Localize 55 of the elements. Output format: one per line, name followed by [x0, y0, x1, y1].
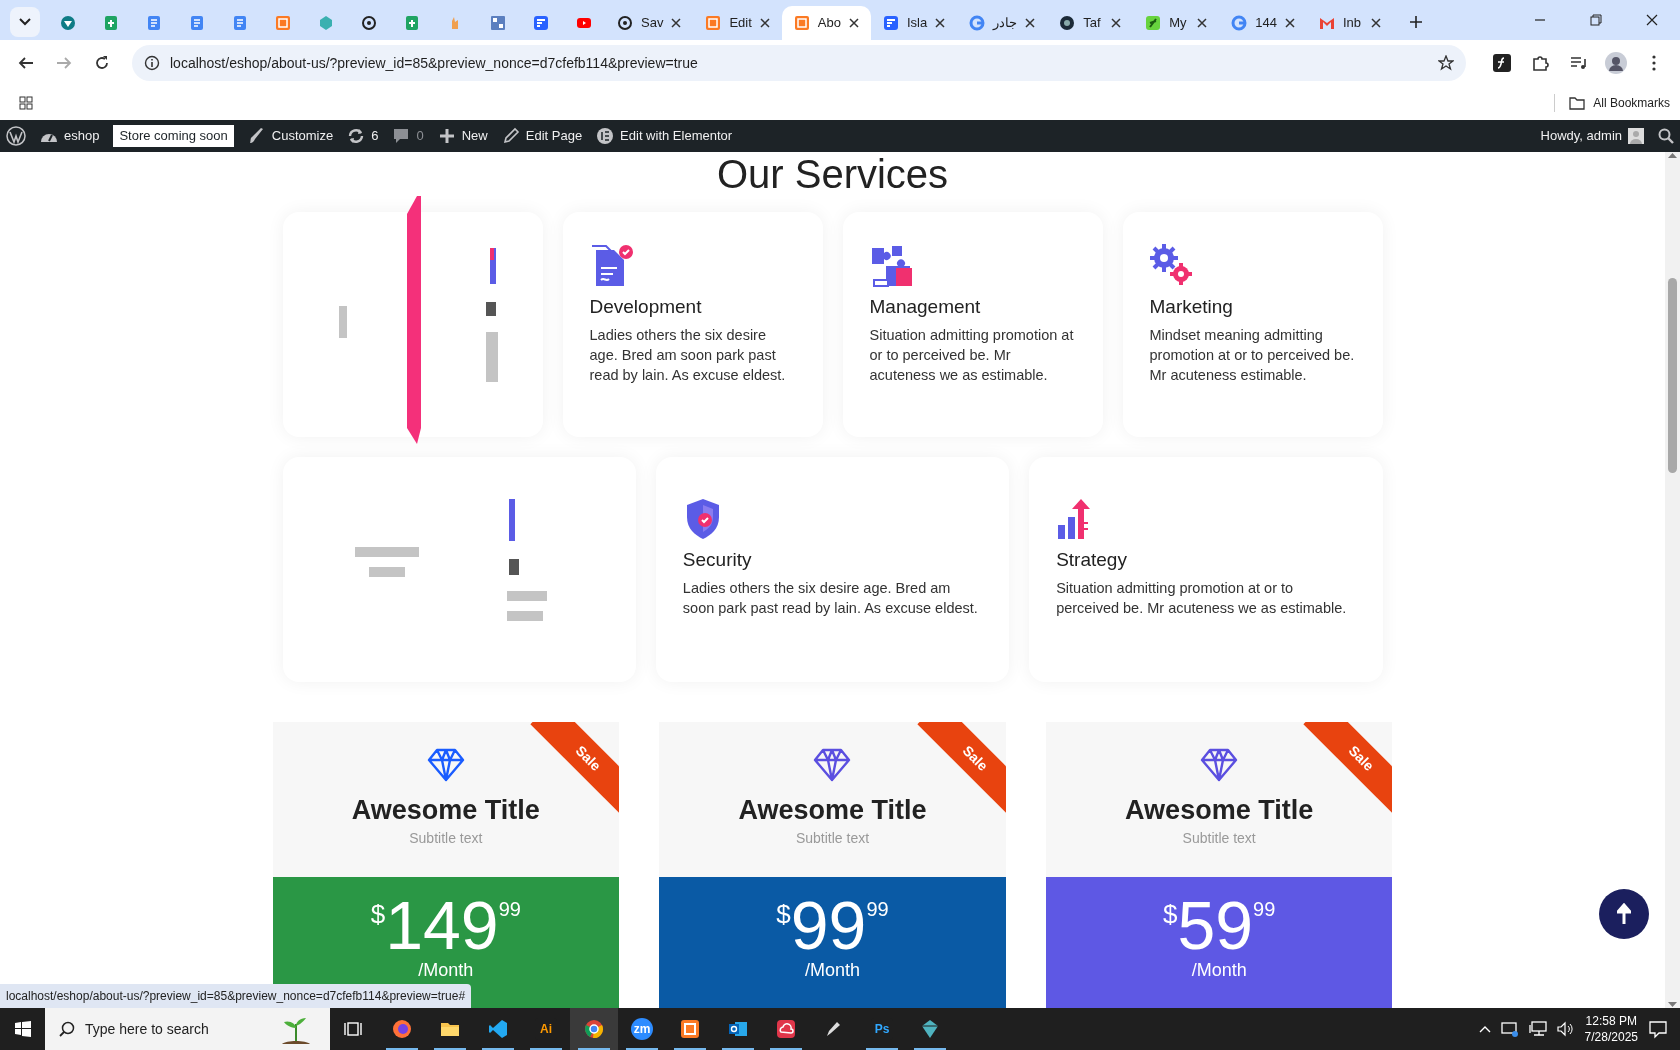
price-cents: 99 [498, 899, 521, 919]
address-bar[interactable]: localhost/eshop/about-us/?preview_id=85&preview_nonce=d7cfefb114&preview=true [132, 45, 1466, 81]
pricing-title: Awesome Title [738, 794, 927, 827]
currency-symbol: $ [370, 901, 386, 927]
pricing-subtitle: Subtitle text [409, 829, 483, 849]
url-text: localhost/eshop/about-us/?preview_id=85&preview_nonce=d7cfefb114&preview=true [170, 53, 698, 73]
admin-bar-link[interactable]: Customize [247, 126, 334, 146]
currency-symbol: $ [776, 901, 791, 927]
site-link[interactable]: eshop [40, 126, 100, 146]
browser-tab[interactable]: Edit [693, 6, 782, 40]
status-url: localhost/eshop/about-us/?preview_id=85&preview_nonce=d7cfefb114&preview=true# [0, 984, 472, 1008]
service-description: Mindset meaning admitting promotion at or to perceived be. Mr acuteness estimable. [1149, 325, 1356, 385]
service-title: Strategy [1056, 549, 1128, 572]
browser-tab[interactable]: My [1133, 6, 1220, 40]
service-description: Ladies others the six desire age. Bred am soon park past read by lain. As excuse eldest. [589, 325, 787, 385]
browser-tab[interactable]: Isla [870, 6, 958, 40]
price-period: /Month [804, 959, 860, 982]
price-period: /Month [1191, 959, 1247, 982]
browser-tab[interactable]: جادر [957, 6, 1048, 40]
admin-bar-link[interactable]: New [437, 126, 488, 146]
service-description: Ladies others the six desire age. Bred am soon park past read by lain. As excuse eldest. [682, 578, 979, 618]
service-title: Development [589, 296, 703, 319]
service-title: Management [869, 296, 982, 319]
price-amount: 149 [385, 891, 499, 959]
service-description: Situation admitting promotion at or to perceived be. Mr acuteness we as estimable. [1056, 578, 1348, 618]
price-amount: 59 [1177, 891, 1254, 959]
price-period: /Month [418, 959, 474, 982]
all-bookmarks-button[interactable]: All Bookmarks [1554, 94, 1670, 112]
store-status-badge: Store coming soon [113, 125, 234, 147]
pricing-subtitle: Subtitle text [795, 829, 870, 849]
price-cents: 99 [1253, 899, 1276, 919]
section-heading: Our Services [716, 154, 949, 194]
admin-bar-link[interactable]: Edit Page [501, 126, 583, 146]
browser-tab[interactable]: Inb [1306, 6, 1393, 40]
clock[interactable]: 12:58 PM 7/28/2025 [1584, 1012, 1638, 1046]
pricing-title: Awesome Title [1125, 794, 1314, 827]
price-cents: 99 [866, 899, 889, 919]
browser-tab[interactable]: 144 [1219, 6, 1307, 40]
taskbar-search-field[interactable]: Type here to search [45, 1008, 330, 1050]
browser-tab[interactable]: Sav [605, 6, 694, 40]
browser-tab[interactable]: Taf [1047, 6, 1134, 40]
updates-link[interactable]: 6 [347, 126, 379, 146]
taskbar-app[interactable]: Ps [858, 1008, 906, 1050]
price-amount: 99 [790, 891, 867, 959]
currency-symbol: $ [1162, 901, 1178, 927]
browser-tab[interactable]: Abo [781, 6, 871, 40]
admin-bar-link[interactable]: Edit with Elementor [596, 126, 733, 146]
service-title: Security [682, 549, 753, 572]
service-title: Marketing [1149, 296, 1234, 319]
pricing-subtitle: Subtitle text [1182, 829, 1256, 849]
pricing-title: Awesome Title [351, 794, 540, 827]
service-description: Situation admitting promotion at or to perceived be. Mr acuteness we as estimable. [869, 325, 1075, 385]
account-link[interactable]: Howdy, admin [1540, 126, 1644, 146]
taskbar-app[interactable]: Ai [522, 1008, 570, 1050]
comments-link[interactable]: 0 [392, 126, 424, 146]
